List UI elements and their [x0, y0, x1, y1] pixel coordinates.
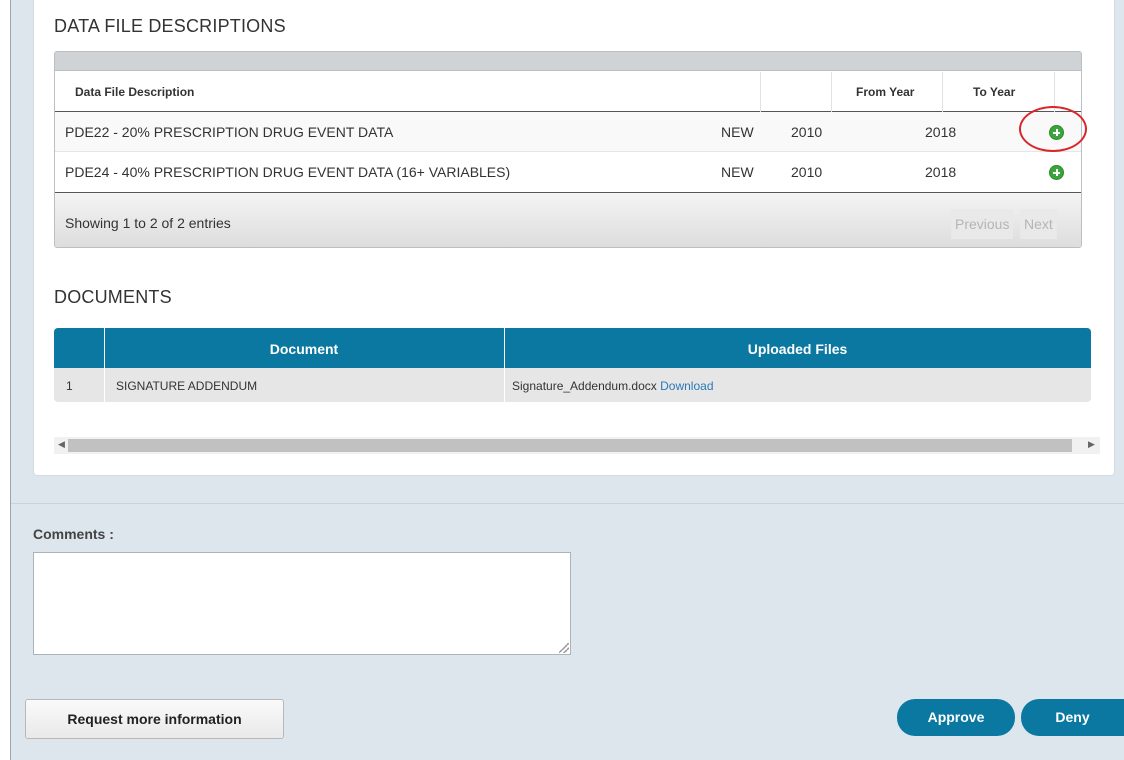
approve-button[interactable]: Approve	[897, 699, 1015, 736]
row-index: 1	[66, 379, 73, 393]
col-from-year[interactable]: From Year	[832, 72, 943, 112]
comments-input[interactable]	[33, 552, 571, 655]
row-from-year: 2010	[791, 164, 823, 180]
request-info-button[interactable]: Request more information	[25, 699, 284, 739]
table-row: 1 SIGNATURE ADDENDUM Signature_Addendum.…	[54, 368, 1091, 402]
download-link[interactable]: Download	[660, 379, 713, 393]
row-to-year: 2018	[925, 164, 957, 180]
data-files-title: DATA FILE DESCRIPTIONS	[54, 16, 286, 36]
highlight-annotation	[1019, 106, 1087, 152]
table-footer: Showing 1 to 2 of 2 entries Previous Nex…	[55, 192, 1081, 247]
scroll-left-icon[interactable]: ◀	[58, 439, 65, 450]
col-status	[761, 72, 832, 112]
add-circle-icon[interactable]	[1049, 165, 1064, 180]
col-document: Document	[269, 341, 339, 357]
row-status: NEW	[721, 164, 754, 180]
table-info: Showing 1 to 2 of 2 entries	[65, 215, 231, 231]
row-file: Signature_Addendum.docx Download	[512, 368, 714, 402]
horizontal-scrollbar[interactable]: ◀ ▶	[54, 437, 1100, 454]
column-divider	[504, 328, 505, 402]
table-row: PDE22 - 20% PRESCRIPTION DRUG EVENT DATA…	[55, 112, 1081, 152]
table-header: Data File Description From Year To Year	[55, 72, 1081, 112]
row-description: PDE22 - 20% PRESCRIPTION DRUG EVENT DATA	[65, 124, 394, 140]
row-to-year: 2018	[925, 124, 957, 140]
documents-table: Document Uploaded Files 1 SIGNATURE ADDE…	[54, 328, 1091, 402]
resize-grip-icon[interactable]	[559, 643, 569, 653]
row-from-year: 2010	[791, 124, 823, 140]
table-top-bar	[55, 52, 1081, 71]
deny-button[interactable]: Deny	[1021, 699, 1124, 736]
previous-button[interactable]: Previous	[951, 209, 1014, 239]
documents-title: DOCUMENTS	[54, 287, 172, 307]
row-description: PDE24 - 40% PRESCRIPTION DRUG EVENT DATA…	[65, 164, 511, 180]
col-to-year[interactable]: To Year	[943, 72, 1055, 112]
row-status: NEW	[721, 124, 754, 140]
section-divider	[11, 503, 1124, 504]
row-document: SIGNATURE ADDENDUM	[116, 379, 258, 393]
scrollbar-thumb[interactable]	[68, 439, 1072, 452]
scroll-right-icon[interactable]: ▶	[1088, 439, 1095, 450]
next-button[interactable]: Next	[1020, 209, 1057, 239]
file-name: Signature_Addendum.docx	[512, 379, 657, 393]
column-divider	[104, 328, 105, 402]
comments-label: Comments :	[33, 526, 114, 542]
data-files-table: Data File Description From Year To Year …	[54, 51, 1082, 248]
documents-header: Document Uploaded Files	[54, 328, 1091, 368]
col-description[interactable]: Data File Description	[55, 72, 761, 112]
table-row: PDE24 - 40% PRESCRIPTION DRUG EVENT DATA…	[55, 152, 1081, 192]
col-uploaded-files: Uploaded Files	[747, 341, 848, 357]
